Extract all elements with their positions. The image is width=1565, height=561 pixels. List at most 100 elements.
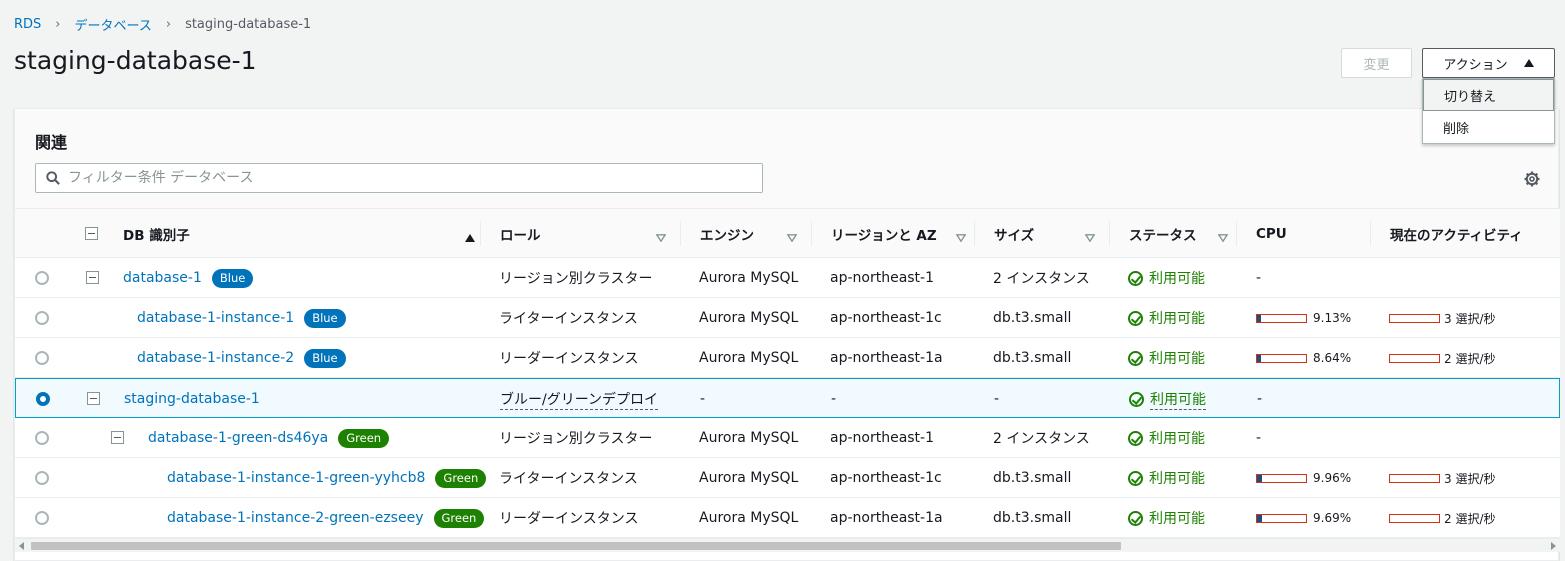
cpu-bar (1256, 313, 1307, 323)
table-row[interactable]: database-1-instance-2 Blue リーダーインスタンス Aur… (15, 338, 1560, 378)
table-row[interactable]: database-1-instance-1-green-yyhcb8 Green… (15, 458, 1560, 498)
scrollbar-thumb[interactable] (31, 542, 1121, 550)
column-label: サイズ (994, 227, 1035, 244)
breadcrumb-rds-link[interactable]: RDS (14, 17, 41, 32)
role-cell: リージョン別クラスター (499, 258, 652, 298)
engine-cell: Aurora MySQL (699, 510, 799, 526)
filter-field[interactable] (35, 163, 763, 193)
panel-title: 関連 (35, 133, 68, 152)
db-identifier-cell: database-1-instance-1 Blue (137, 298, 346, 338)
status-cell: 利用可能 (1128, 458, 1205, 498)
region-cell: ap-northeast-1a (830, 350, 943, 366)
row-radio[interactable] (35, 271, 49, 285)
scroll-right-icon[interactable] (1551, 542, 1556, 550)
db-identifier-link[interactable]: database-1-instance-1 (137, 310, 294, 326)
row-radio[interactable] (36, 392, 50, 406)
region-cell: ap-northeast-1c (830, 310, 942, 326)
column-header-status[interactable]: ステータス (1109, 209, 1236, 258)
db-identifier-link[interactable]: database-1-instance-2-green-ezseey (167, 510, 424, 526)
role-cell: リーダーインスタンス (499, 498, 638, 538)
check-circle-icon (1129, 391, 1144, 407)
column-header-cpu[interactable]: CPU (1236, 209, 1370, 258)
panel-header: 関連 (15, 109, 1558, 209)
status-text: 利用可能 (1149, 311, 1205, 327)
collapse-icon[interactable] (86, 271, 99, 284)
status-cell: 利用可能 (1128, 498, 1205, 538)
row-radio[interactable] (35, 351, 49, 365)
column-header-activity[interactable]: 現在のアクティビティ (1370, 209, 1560, 258)
caret-up-icon (1523, 59, 1534, 67)
db-identifier-link[interactable]: database-1-instance-2 (137, 350, 294, 366)
column-label: ロール (500, 227, 541, 244)
breadcrumb-databases-link[interactable]: データベース (75, 15, 152, 34)
status-text: 利用可能 (1149, 471, 1205, 487)
actions-button[interactable]: アクション (1422, 48, 1555, 78)
check-circle-icon (1128, 510, 1143, 526)
chevron-right-icon: › (165, 17, 172, 32)
breadcrumb-current: staging-database-1 (185, 17, 312, 32)
column-label: エンジン (700, 227, 754, 244)
horizontal-scrollbar[interactable] (15, 538, 1560, 552)
collapse-icon[interactable] (87, 392, 100, 405)
deployment-badge: Green (435, 468, 487, 488)
table-row[interactable]: database-1-instance-1 Blue ライターインスタンス Aur… (15, 298, 1560, 338)
role-text: リージョン別クラスター (499, 271, 653, 287)
status-text: 利用可能 (1149, 511, 1205, 527)
size-cell: 2 インスタンス (993, 271, 1090, 287)
activity-bar (1389, 313, 1440, 323)
db-identifier-link[interactable]: staging-database-1 (124, 391, 260, 407)
table-row[interactable]: database-1-instance-2-green-ezseey Green… (15, 498, 1560, 538)
column-header-region-az[interactable]: リージョンと AZ (811, 209, 974, 258)
change-button[interactable]: 変更 (1341, 48, 1412, 78)
engine-cell: Aurora MySQL (699, 310, 799, 326)
role-cell: リーダーインスタンス (499, 338, 638, 378)
activity-cell: 2 選択/秒 (1389, 338, 1496, 378)
sort-icon (956, 234, 966, 242)
table-row[interactable]: database-1-green-ds46ya Green リージョン別クラスタ… (15, 418, 1560, 458)
column-header-engine[interactable]: エンジン (680, 209, 811, 258)
filter-input[interactable] (68, 170, 728, 186)
cpu-bar (1256, 353, 1307, 363)
role-cell: ブルー/グリーンデプロイ (500, 379, 659, 419)
scroll-left-icon[interactable] (19, 542, 24, 550)
row-radio[interactable] (35, 511, 49, 525)
column-header-size[interactable]: サイズ (974, 209, 1109, 258)
check-circle-icon (1128, 310, 1143, 326)
menu-item-delete[interactable]: 削除 (1423, 111, 1554, 143)
db-identifier-link[interactable]: database-1-instance-1-green-yyhcb8 (167, 470, 425, 486)
role-cell: ライターインスタンス (499, 458, 638, 498)
column-header-role[interactable]: ロール (480, 209, 680, 258)
cpu-bar (1256, 473, 1307, 483)
role-text[interactable]: ブルー/グリーンデプロイ (500, 389, 659, 410)
role-text: ライターインスタンス (499, 311, 638, 327)
row-radio[interactable] (35, 471, 49, 485)
column-label: リージョンと AZ (831, 227, 937, 244)
engine-cell: - (700, 391, 706, 407)
cpu-cell: - (1256, 430, 1262, 446)
collapse-all-icon[interactable] (85, 227, 98, 240)
db-identifier-link[interactable]: database-1-green-ds46ya (148, 430, 328, 446)
activity-value: 3 選択/秒 (1444, 311, 1496, 326)
activity-cell: 2 選択/秒 (1389, 498, 1496, 538)
status-text: 利用可能 (1149, 431, 1205, 447)
table-row[interactable]: database-1 Blue リージョン別クラスター Aurora MySQL a… (15, 258, 1560, 298)
actions-menu: 切り替え 削除 (1422, 78, 1555, 144)
activity-bar (1389, 353, 1440, 363)
status-text[interactable]: 利用可能 (1150, 389, 1206, 410)
table-row[interactable]: staging-database-1 ブルー/グリーンデプロイ - - - 利用可能 - (15, 378, 1560, 418)
cpu-cell: - (1257, 391, 1263, 407)
menu-item-switchover[interactable]: 切り替え (1423, 79, 1554, 111)
role-text: リーダーインスタンス (499, 351, 639, 367)
collapse-icon[interactable] (111, 431, 124, 444)
column-header-db-identifier[interactable]: DB 識別子 (103, 209, 483, 258)
row-radio[interactable] (35, 311, 49, 325)
role-text: ライターインスタンス (499, 471, 638, 487)
row-radio[interactable] (35, 431, 49, 445)
role-cell: ライターインスタンス (499, 298, 638, 338)
column-label: ステータス (1129, 227, 1197, 244)
deployment-badge: Blue (304, 308, 346, 328)
db-identifier-cell: database-1 Blue (123, 258, 254, 298)
db-identifier-link[interactable]: database-1 (123, 270, 202, 286)
size-cell: db.t3.small (993, 350, 1072, 366)
gear-icon[interactable] (1524, 171, 1540, 187)
